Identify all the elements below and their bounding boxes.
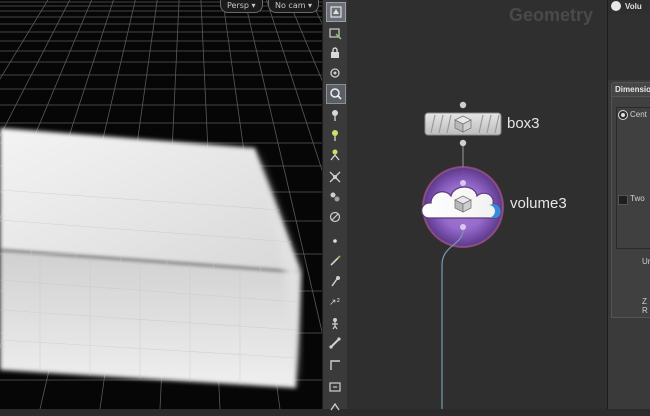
camera-icon[interactable] — [326, 84, 346, 104]
z-field-label: Z R — [642, 297, 648, 315]
dimensions-panel: Cent Two Un Z R — [611, 96, 650, 318]
parameter-header-title: Volu — [625, 2, 642, 11]
volume-node-icon — [611, 1, 621, 11]
viewport-toolbar: ↗² — [322, 0, 348, 411]
bone-icon[interactable] — [326, 334, 344, 352]
tab-dimensions[interactable]: Dimensio — [611, 82, 650, 97]
parameter-pane: Volu Dimensio Cent Two Un Z R — [607, 0, 650, 409]
transform-tool-icon[interactable] — [326, 24, 344, 42]
parameter-header: Volu — [608, 0, 650, 14]
volume3-output-connector[interactable] — [460, 224, 466, 230]
center-radio-label: Cent — [630, 110, 647, 119]
edit-icon[interactable] — [326, 252, 344, 270]
center-radio-button[interactable] — [618, 110, 628, 120]
box-node-icon — [454, 115, 472, 133]
scale-icon[interactable]: ↗² — [326, 292, 344, 310]
node-box3[interactable] — [424, 101, 502, 147]
handle-icon[interactable] — [326, 146, 344, 164]
tab-dimensions-label: Dimensio — [615, 85, 650, 94]
header-spacer — [608, 14, 650, 80]
two-checkbox-label: Two — [630, 194, 645, 203]
view-tool-icon[interactable] — [326, 64, 344, 82]
pose-icon[interactable] — [326, 314, 344, 332]
corner-icon[interactable] — [326, 356, 344, 374]
perspective-grid — [0, 0, 322, 409]
group-icon[interactable] — [326, 188, 344, 206]
light-bulb-icon[interactable] — [326, 126, 344, 144]
display-icon[interactable] — [326, 378, 344, 396]
lock-icon[interactable] — [326, 44, 344, 62]
node-label-box3[interactable]: box3 — [507, 115, 540, 132]
two-checkbox[interactable] — [618, 195, 628, 205]
camera-view-label: Persp — [227, 1, 249, 10]
wire-volume3-output — [441, 229, 464, 409]
volume3-input-connector[interactable] — [460, 180, 466, 186]
center-group-box — [616, 107, 650, 249]
box3-input-connector[interactable] — [459, 101, 467, 109]
network-editor[interactable]: Geometry box3 volume3 — [347, 0, 607, 409]
volume-box — [0, 128, 300, 388]
select-tool-icon[interactable] — [326, 2, 346, 22]
node-label-volume3[interactable]: volume3 — [510, 195, 567, 212]
svg-text:↗²: ↗² — [329, 298, 341, 308]
render-region-icon[interactable] — [326, 208, 344, 226]
camera-select-label: No cam — [275, 1, 306, 10]
light-icon[interactable] — [326, 106, 344, 124]
units-field-label: Un — [642, 257, 650, 266]
scene-viewport[interactable]: Persp ▾ No cam ▾ — [0, 0, 322, 409]
camera-view-menu[interactable]: Persp ▾ — [220, 0, 263, 13]
camera-select-menu[interactable]: No cam ▾ — [268, 0, 320, 13]
box3-output-connector[interactable] — [459, 139, 467, 147]
point-icon[interactable] — [326, 232, 344, 250]
misc-tool-icon[interactable] — [326, 398, 344, 416]
snap-icon[interactable] — [326, 168, 344, 186]
brush-icon[interactable] — [326, 272, 344, 290]
network-graph — [421, 101, 504, 409]
